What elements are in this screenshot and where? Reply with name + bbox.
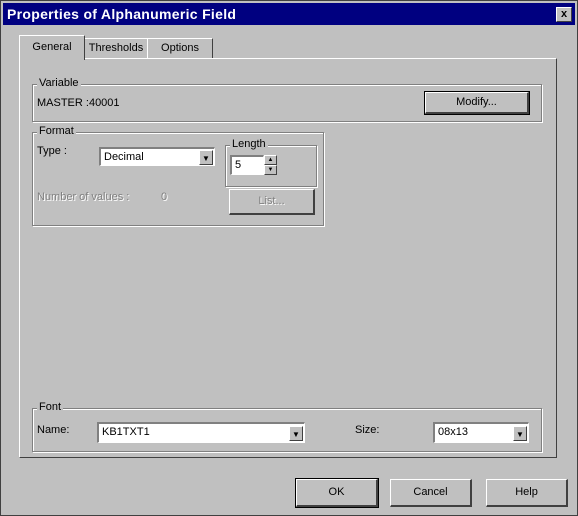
modify-button[interactable]: Modify... — [424, 91, 530, 115]
font-group-label: Font — [37, 401, 64, 413]
cancel-button-label: Cancel — [413, 486, 448, 498]
properties-dialog: Properties of Alphanumeric Field x Gener… — [0, 0, 578, 516]
tab-general[interactable]: General — [19, 35, 85, 60]
length-group: Length 5 ▲ ▼ — [225, 138, 317, 187]
tab-thresholds-label: Thresholds — [88, 42, 144, 54]
cancel-button[interactable]: Cancel — [390, 479, 472, 507]
chevron-down-icon[interactable]: ▼ — [513, 426, 527, 441]
close-button[interactable]: x — [556, 7, 572, 22]
font-size-select[interactable]: 08x13 ▼ — [433, 422, 529, 443]
modify-button-label: Modify... — [456, 96, 497, 108]
title-bar[interactable]: Properties of Alphanumeric Field x — [3, 3, 575, 25]
length-group-label: Length — [230, 138, 268, 150]
chevron-down-icon[interactable]: ▼ — [289, 426, 303, 441]
spin-up-button[interactable]: ▲ — [264, 155, 277, 165]
tab-general-label: General — [32, 41, 72, 53]
number-of-values-label: Number of values : — [37, 191, 130, 203]
chevron-down-icon[interactable]: ▼ — [199, 150, 213, 165]
font-name-label: Name: — [37, 424, 70, 436]
font-name-value: KB1TXT1 — [102, 426, 150, 438]
list-button[interactable]: List... — [229, 189, 315, 215]
font-size-value: 08x13 — [438, 426, 468, 438]
variable-group: Variable MASTER :40001 Modify... — [32, 77, 542, 122]
length-input[interactable]: 5 — [230, 155, 264, 175]
help-button-label: Help — [515, 486, 538, 498]
number-of-values-value: 0 — [161, 191, 168, 203]
ok-button[interactable]: OK — [295, 478, 379, 508]
window-title: Properties of Alphanumeric Field — [7, 6, 237, 22]
type-label: Type : — [37, 145, 67, 157]
variable-value: MASTER :40001 — [37, 97, 120, 109]
font-size-label: Size: — [355, 424, 380, 436]
font-group: Font Name: KB1TXT1 ▼ Size: 08x13 ▼ — [32, 401, 542, 452]
tab-options[interactable]: Options — [147, 38, 213, 59]
format-group-label: Format — [37, 125, 76, 137]
font-name-select[interactable]: KB1TXT1 ▼ — [97, 422, 305, 443]
list-button-label: List... — [258, 195, 285, 207]
variable-group-label: Variable — [37, 77, 81, 89]
help-button[interactable]: Help — [486, 479, 568, 507]
length-input-value: 5 — [235, 159, 242, 171]
spin-down-button[interactable]: ▼ — [264, 165, 277, 175]
tab-thresholds[interactable]: Thresholds — [78, 38, 154, 59]
general-tab-panel: Variable MASTER :40001 Modify... Format … — [19, 58, 557, 458]
close-icon: x — [560, 8, 568, 20]
ok-button-label: OK — [328, 486, 345, 498]
format-group: Format Type : Decimal ▼ Length 5 ▲ ▼ Num… — [32, 125, 324, 226]
type-select-value: Decimal — [104, 151, 144, 163]
tab-options-label: Options — [161, 42, 199, 54]
type-select[interactable]: Decimal ▼ — [99, 147, 215, 166]
